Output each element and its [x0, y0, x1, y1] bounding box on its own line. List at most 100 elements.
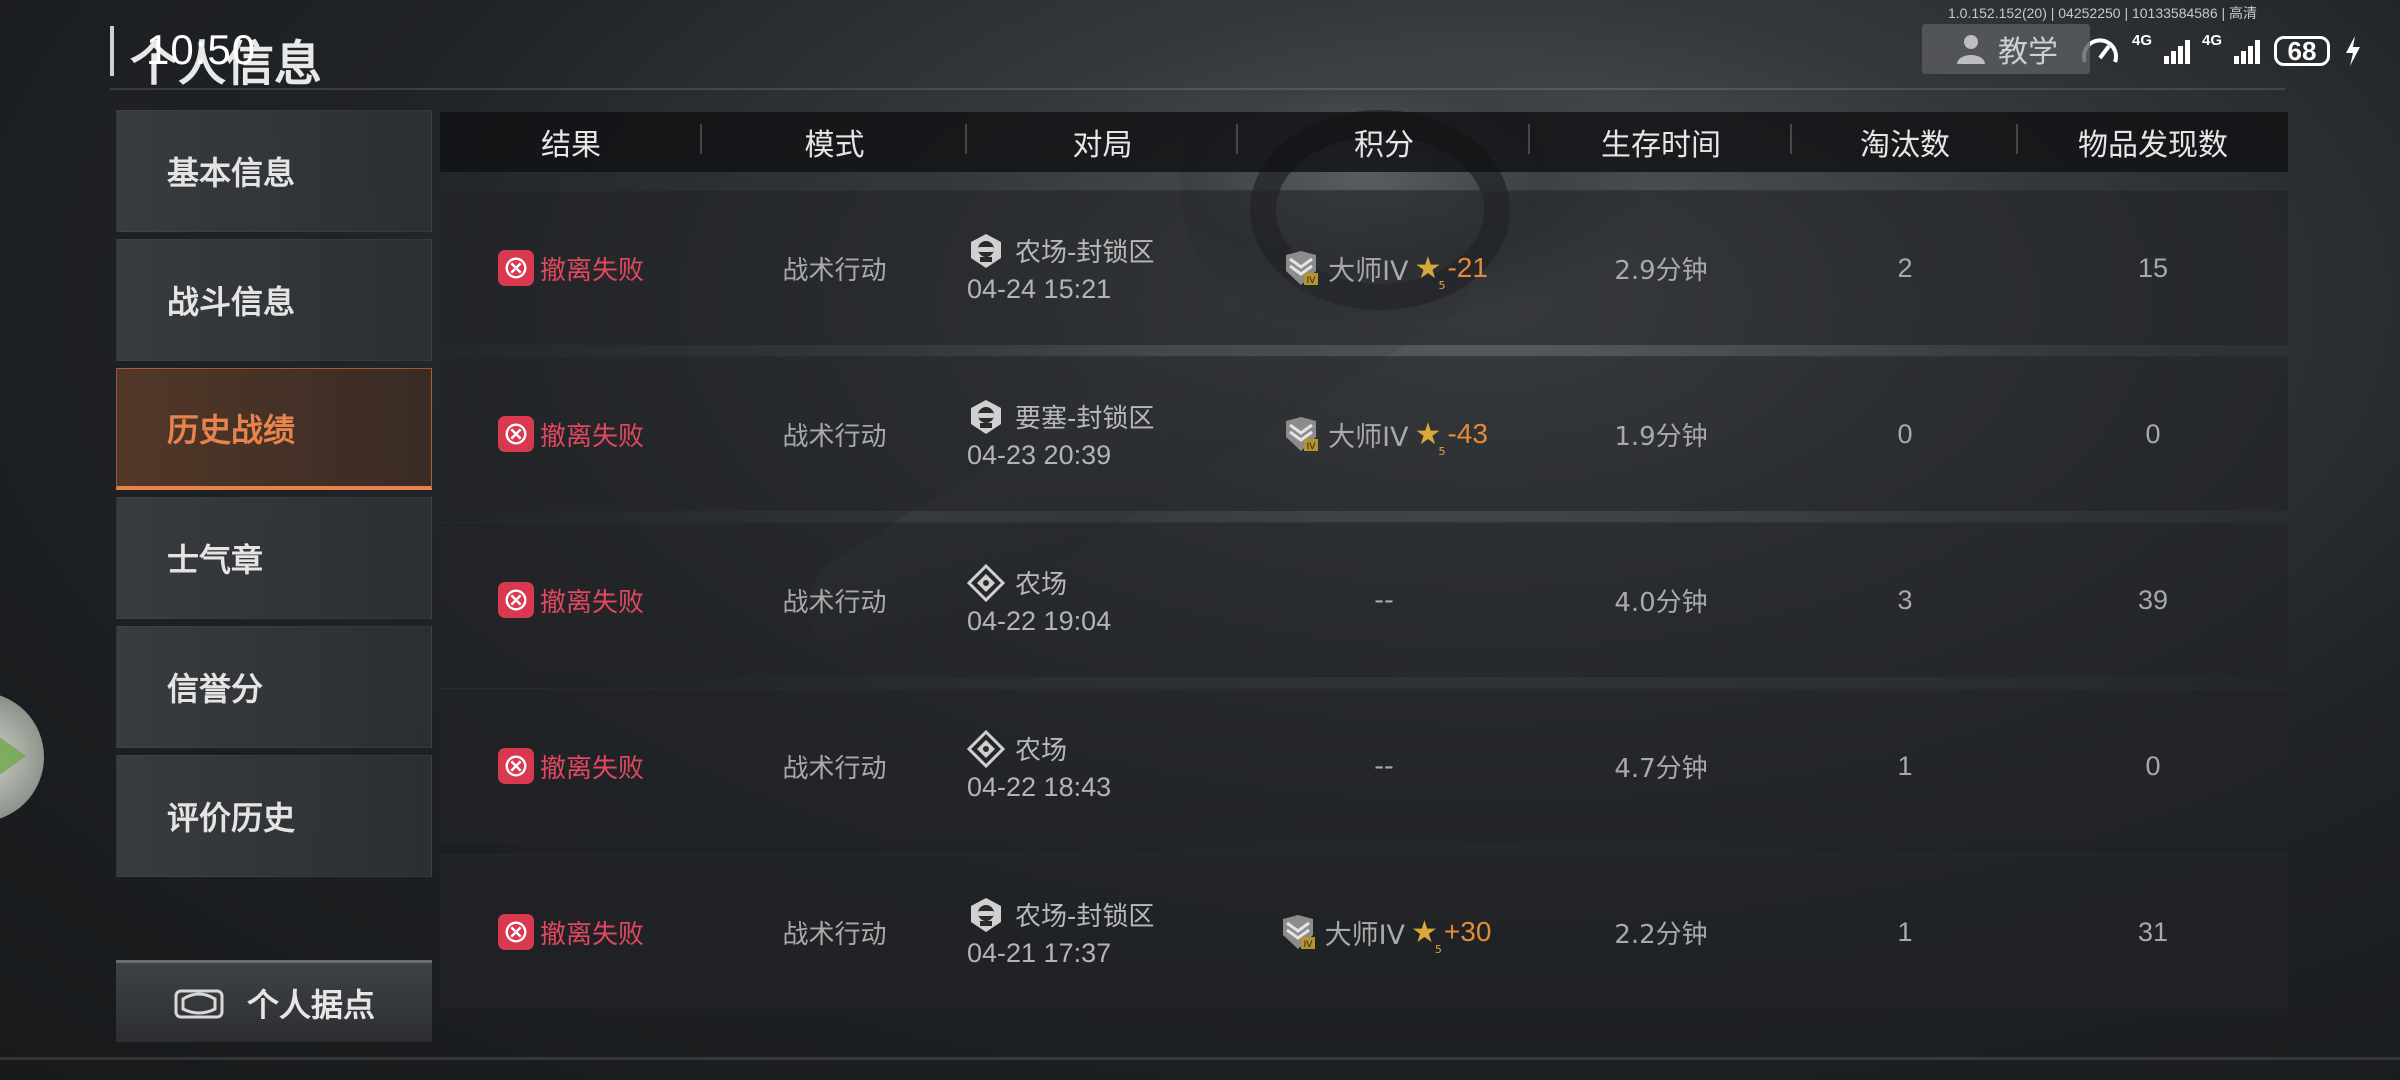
items-found-count: 0: [2145, 418, 2161, 449]
map-name: 要塞-封锁区: [1015, 404, 1155, 434]
table-row[interactable]: 撤离失败 战术行动 农场 04-22 19:04 -- 4.0分钟 3 39: [440, 522, 2288, 677]
score-empty: --: [1374, 750, 1394, 782]
charging-bolt-icon: [2346, 36, 2360, 66]
header-match: 对局: [967, 120, 1238, 164]
items-found-count: 15: [2137, 252, 2169, 283]
floating-assist-ball[interactable]: [0, 692, 44, 822]
sidebar-item-basic-info[interactable]: 基本信息: [116, 110, 432, 232]
match-datetime: 04-23 20:39: [967, 439, 1112, 470]
battery-level: 68: [2287, 35, 2317, 66]
rank-master-icon: IV: [1280, 413, 1322, 455]
helmet-icon: [967, 398, 1005, 436]
extraction-failed-icon: [497, 582, 534, 618]
header-kills: 淘汰数: [1792, 120, 2018, 164]
score-empty: --: [1374, 584, 1394, 616]
result-text: 撤离失败: [539, 919, 644, 950]
survival-time: 4.7分钟: [1614, 753, 1708, 784]
result-cell: 撤离失败: [440, 250, 702, 287]
survival-time: 2.2分钟: [1614, 919, 1708, 950]
version-text: 1.0.152.152(20) | 04252250 | 10133584586…: [1948, 5, 2258, 21]
sidebar-item-battle-info[interactable]: 战斗信息: [116, 239, 432, 361]
survival-time: 4.0分钟: [1614, 587, 1708, 618]
header-mode: 模式: [702, 120, 967, 164]
kills-count: 1: [1897, 916, 1913, 947]
header-items-found: 物品发现数: [2078, 128, 2228, 163]
bottom-divider: [0, 1057, 2400, 1060]
helmet-icon: [967, 232, 1005, 270]
extraction-failed-icon: [497, 914, 534, 950]
score-delta: -43: [1447, 418, 1488, 449]
kills-count: 2: [1897, 252, 1913, 283]
extraction-failed-icon: [497, 250, 534, 286]
table-row[interactable]: 撤离失败 战术行动 要塞-封锁区 04-23 20:39 IV 大师IV ★ 5 -43 1.9分…: [440, 356, 2288, 511]
tutorial-label: 教学: [1998, 35, 2058, 70]
items-found-count: 31: [2137, 916, 2169, 947]
match-cell: 农场-封锁区 04-24 15:21: [967, 232, 1238, 305]
table-row[interactable]: 撤离失败 战术行动 农场-封锁区 04-24 15:21 IV 大师IV ★ 5 -21 2.9分…: [440, 190, 2288, 345]
result-cell: 撤离失败: [440, 748, 702, 785]
result-cell: 撤离失败: [440, 582, 702, 619]
map-name: 农场-封锁区: [1015, 902, 1155, 932]
score-delta: -21: [1447, 252, 1488, 283]
sidebar-item-label: 基本信息: [167, 154, 296, 192]
match-datetime: 04-24 15:21: [967, 273, 1112, 304]
score-cell: --: [1238, 751, 1530, 782]
system-status-icons: 4G 4G 68: [2080, 32, 2362, 68]
score-cell: IV 大师IV ★ 5 -21: [1238, 247, 1530, 292]
result-text: 撤离失败: [539, 421, 644, 452]
kills-count: 3: [1897, 584, 1913, 615]
tutorial-button[interactable]: 教学: [1922, 24, 2090, 74]
svg-text:IV: IV: [1307, 442, 1317, 452]
survival-time: 1.9分钟: [1614, 421, 1708, 452]
match-datetime: 04-21 17:37: [967, 937, 1112, 968]
svg-text:IV: IV: [1307, 276, 1317, 286]
signal-icon-2: 4G: [2202, 32, 2260, 64]
match-cell: 农场 04-22 18:43: [966, 729, 1238, 803]
match-datetime: 04-22 18:43: [967, 771, 1112, 802]
result-text: 撤离失败: [539, 255, 644, 286]
status-time: 10:50: [146, 26, 257, 73]
star-icon: ★ 5: [1411, 914, 1442, 956]
mode-text: 战术行动: [782, 753, 887, 784]
items-found-count: 0: [2145, 750, 2161, 781]
kills-count: 1: [1897, 750, 1913, 781]
table-row[interactable]: 撤离失败 战术行动 农场-封锁区 04-21 17:37 IV 大师IV ★ 5 +30 2.2分…: [440, 854, 2288, 1009]
diamond-crosshair-icon: [966, 729, 1006, 768]
match-cell: 农场 04-22 19:04: [966, 563, 1238, 637]
network-type-2: 4G: [2202, 32, 2223, 49]
sidebar-item-credit-score[interactable]: 信誉分: [116, 626, 432, 748]
header-divider: [110, 88, 2285, 90]
signal-icon-1: 4G: [2132, 32, 2190, 64]
base-icon: [174, 989, 224, 1018]
sidebar-item-review-history[interactable]: 评价历史: [116, 755, 432, 877]
diamond-crosshair-icon: [966, 563, 1006, 602]
score-cell: IV 大师IV ★ 5 -43: [1238, 413, 1530, 458]
sidebar-item-morale-badge[interactable]: 士气章: [116, 497, 432, 619]
rank-master-icon: IV: [1277, 911, 1319, 953]
sidebar-item-label: 信誉分: [167, 670, 264, 708]
survival-time: 2.9分钟: [1614, 255, 1708, 286]
sidebar-item-label: 历史战绩: [167, 410, 296, 449]
tutorial-person-icon: [1957, 35, 1985, 64]
table-row[interactable]: 撤离失败 战术行动 农场 04-22 18:43 -- 4.7分钟 1 0: [440, 688, 2288, 843]
personal-base-button[interactable]: 个人据点: [116, 960, 432, 1042]
sidebar-item-label: 评价历史: [167, 799, 296, 837]
sidebar-item-label: 战斗信息: [167, 283, 296, 321]
star-icon: ★ 5: [1414, 250, 1446, 292]
network-type-1: 4G: [2132, 32, 2153, 49]
rank-name: 大师IV: [1324, 919, 1406, 951]
match-datetime: 04-22 19:04: [967, 605, 1112, 636]
extraction-failed-icon: [497, 748, 534, 784]
rank-name: 大师IV: [1328, 255, 1409, 287]
match-cell: 农场-封锁区 04-21 17:37: [967, 896, 1238, 969]
battery-indicator: 68: [2274, 36, 2330, 66]
match-cell: 要塞-封锁区 04-23 20:39: [967, 398, 1238, 471]
map-name: 农场: [1015, 736, 1068, 766]
header-survival-time: 生存时间: [1530, 120, 1792, 164]
table-header: 结果 模式 对局 积分 生存时间 淘汰数 物品发现数: [440, 112, 2288, 172]
map-name: 农场: [1015, 570, 1068, 600]
kills-count: 0: [1897, 418, 1913, 449]
items-found-count: 39: [2137, 584, 2169, 615]
sidebar-item-match-history[interactable]: 历史战绩: [116, 368, 432, 490]
header-score: 积分: [1238, 120, 1530, 164]
